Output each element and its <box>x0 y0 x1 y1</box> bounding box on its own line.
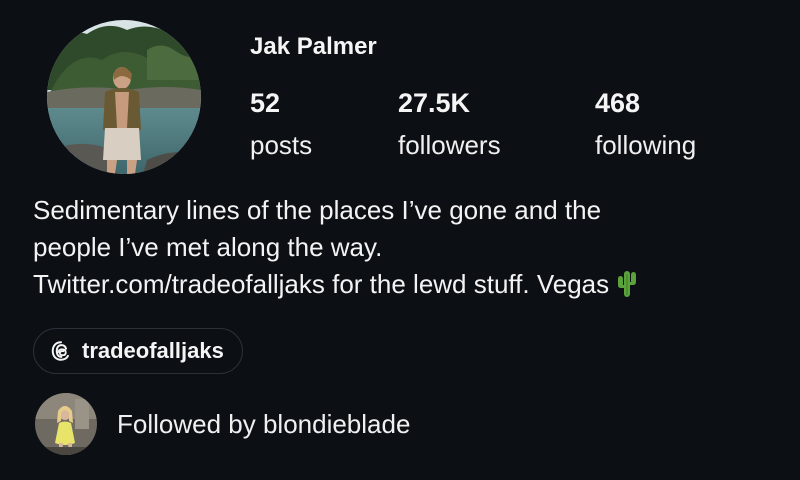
cactus-icon <box>618 271 637 297</box>
threads-link-button[interactable]: tradeofalljaks <box>33 328 243 374</box>
posts-label: posts <box>250 130 313 160</box>
bio-line-1: Sedimentary lines of the places I’ve gon… <box>33 195 602 225</box>
profile-name: Jak Palmer <box>250 33 377 60</box>
followers-count: 27.5K <box>398 88 471 118</box>
posts-count: 52 <box>250 88 281 118</box>
threads-icon <box>51 341 69 361</box>
bio-line-3-text: Twitter.com/tradeofalljaks for the lewd … <box>33 269 610 299</box>
followed-by-text: Followed by blondieblade <box>117 408 411 439</box>
following-stat[interactable]: 468 following <box>595 86 696 162</box>
profile-bio: Sedimentary lines of the places I’ve gon… <box>33 192 773 303</box>
profile-avatar[interactable] <box>47 20 201 174</box>
bio-line-2: people I’ve met along the way. <box>33 232 383 262</box>
followers-label: followers <box>398 130 501 160</box>
following-label: following <box>595 130 697 160</box>
follower-avatar-photo <box>35 393 97 455</box>
posts-stat[interactable]: 52 posts <box>250 86 312 162</box>
follower-avatar <box>35 393 97 455</box>
following-count: 468 <box>595 88 641 118</box>
bio-line-3: Twitter.com/tradeofalljaks for the lewd … <box>33 266 773 303</box>
profile-photo <box>47 20 201 174</box>
followers-stat[interactable]: 27.5K followers <box>398 86 501 162</box>
threads-handle: tradeofalljaks <box>82 338 224 363</box>
followed-by-row[interactable]: Followed by blondieblade <box>35 393 410 455</box>
